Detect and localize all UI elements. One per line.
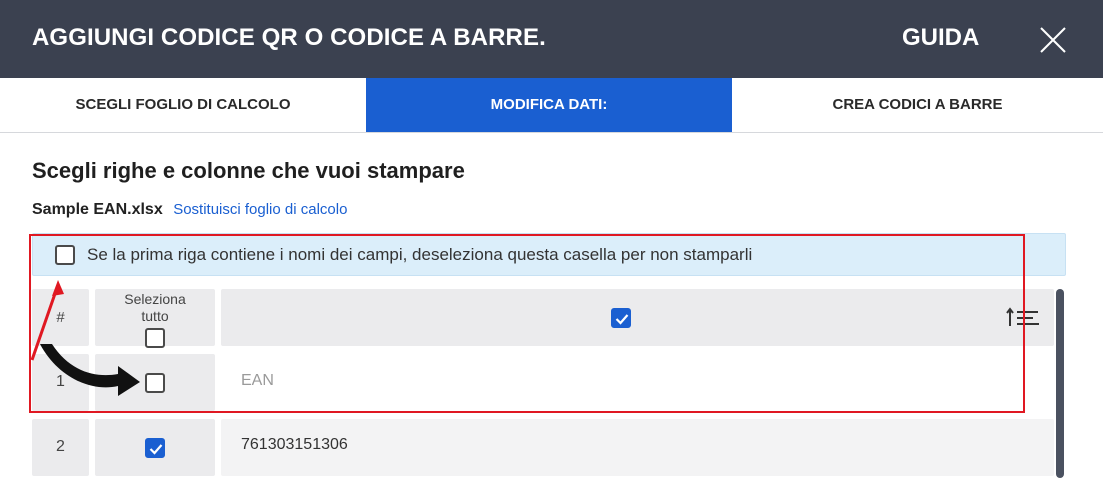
- wizard-steps: SCEGLI FOGLIO DI CALCOLO MODIFICA DATI: …: [0, 78, 1103, 133]
- select-all-label-line1: Seleziona: [124, 291, 186, 307]
- table-row-number: 2: [32, 419, 89, 476]
- select-all-checkbox[interactable]: [145, 328, 165, 348]
- sort-icon[interactable]: [1006, 306, 1040, 330]
- header-row-notice: Se la prima riga contiene i nomi dei cam…: [32, 233, 1066, 276]
- row-checkbox[interactable]: [145, 438, 165, 458]
- file-name: Sample EAN.xlsx: [32, 201, 163, 218]
- file-info: Sample EAN.xlsx Sostituisci foglio di ca…: [32, 201, 347, 219]
- select-all-label: Seleziona tutto: [95, 291, 215, 325]
- step-create-barcodes[interactable]: CREA CODICI A BARRE: [732, 78, 1103, 132]
- row-checkbox[interactable]: [145, 373, 165, 393]
- page-title: Scegli righe e colonne che vuoi stampare: [32, 158, 465, 183]
- header-row-notice-text: Se la prima riga contiene i nomi dei cam…: [87, 245, 753, 264]
- table-row-select: [95, 354, 215, 411]
- row-number: 2: [56, 438, 65, 455]
- select-all-header: Seleziona tutto: [95, 289, 215, 348]
- row-number-header-label: #: [56, 309, 65, 326]
- dialog-title: AGGIUNGI CODICE QR O CODICE A BARRE.: [32, 24, 546, 51]
- row-number: 1: [56, 373, 65, 390]
- step-choose-spreadsheet[interactable]: SCEGLI FOGLIO DI CALCOLO: [0, 78, 366, 132]
- table-cell-value: EAN: [241, 372, 274, 389]
- table-row-number: 1: [32, 354, 89, 411]
- help-button[interactable]: GUIDA: [902, 24, 979, 52]
- table-row-select: [95, 419, 215, 476]
- vertical-scrollbar[interactable]: [1056, 289, 1064, 478]
- header-row-checkbox[interactable]: [55, 245, 75, 265]
- select-all-label-line2: tutto: [141, 308, 169, 324]
- replace-spreadsheet-link[interactable]: Sostituisci foglio di calcolo: [173, 201, 347, 218]
- row-number-header: #: [32, 289, 89, 346]
- column-checkbox[interactable]: [611, 308, 631, 328]
- step-edit-data[interactable]: MODIFICA DATI:: [366, 78, 732, 132]
- column-header: [221, 289, 1054, 346]
- table-cell-value: 761303151306: [241, 436, 348, 453]
- close-icon[interactable]: [1040, 27, 1066, 53]
- dialog-header: AGGIUNGI CODICE QR O CODICE A BARRE. GUI…: [0, 0, 1103, 78]
